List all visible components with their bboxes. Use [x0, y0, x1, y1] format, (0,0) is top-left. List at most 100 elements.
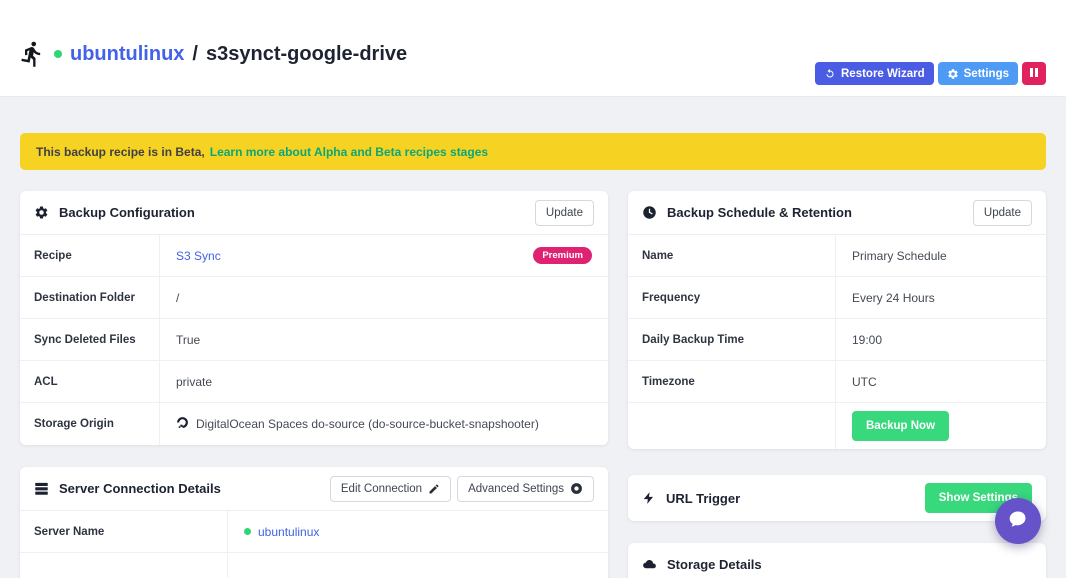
page: ubuntulinux / s3synct-google-drive Resto…: [0, 0, 1066, 578]
beta-banner: This backup recipe is in Beta, Learn mor…: [20, 133, 1046, 170]
main-content: Backup Configuration Update Recipe S3 Sy…: [0, 191, 1066, 578]
row-label: Sync Deleted Files: [20, 319, 160, 360]
digitalocean-icon: [176, 416, 189, 432]
server-name-link[interactable]: ubuntulinux: [70, 43, 184, 66]
card-header: Server Connection Details Edit Connectio…: [20, 467, 608, 511]
url-trigger-card: URL Trigger Show Settings: [628, 475, 1046, 521]
row-value: True: [176, 332, 201, 347]
edit-icon: [428, 483, 440, 495]
recipe-link[interactable]: S3 Sync: [176, 249, 221, 263]
restore-wizard-button[interactable]: Restore Wizard: [815, 62, 934, 85]
row-value-cell: private: [160, 361, 608, 402]
edit-connection-label: Edit Connection: [340, 482, 423, 495]
table-row: Frequency Every 24 Hours: [628, 277, 1046, 319]
trigger-icon: [642, 491, 656, 505]
row-label: Frequency: [628, 277, 836, 318]
table-row: Destination Folder /: [20, 277, 608, 319]
row-value: Primary Schedule: [852, 248, 947, 263]
backup-configuration-card: Backup Configuration Update Recipe S3 Sy…: [20, 191, 608, 445]
breadcrumb: ubuntulinux / s3synct-google-drive: [18, 40, 407, 68]
card-header: Backup Configuration Update: [20, 191, 608, 235]
card-header: Storage Details: [628, 543, 1046, 578]
row-label: Timezone: [628, 361, 836, 402]
row-value-cell: UTC: [836, 361, 1046, 402]
server-icon: [34, 481, 49, 496]
clock-icon: [642, 205, 657, 220]
row-value-cell: True: [160, 319, 608, 360]
row-value: /: [176, 290, 180, 305]
table-row: [20, 553, 608, 578]
row-value: 19:00: [852, 332, 883, 347]
row-value-cell: S3 Sync Premium: [160, 235, 608, 276]
row-label: Daily Backup Time: [628, 319, 836, 360]
edit-connection-button[interactable]: Edit Connection: [329, 475, 452, 502]
advanced-settings-label: Advanced Settings: [468, 482, 564, 495]
table-row: Recipe S3 Sync Premium: [20, 235, 608, 277]
server-status-dot: [244, 528, 251, 535]
row-value-cell: /: [160, 277, 608, 318]
advanced-settings-button[interactable]: Advanced Settings: [457, 475, 594, 502]
table-row: Timezone UTC: [628, 361, 1046, 403]
runner-icon: [18, 40, 46, 68]
row-label: Name: [628, 235, 836, 276]
row-value-cell: 19:00: [836, 319, 1046, 360]
row-value: private: [176, 374, 213, 389]
server-status-dot: [54, 50, 62, 58]
header: ubuntulinux / s3synct-google-drive Resto…: [0, 0, 1066, 97]
page-title: s3synct-google-drive: [205, 42, 408, 65]
row-value-cell: Backup Now: [836, 403, 1046, 449]
gear-icon: [947, 68, 959, 80]
pause-icon: [1029, 67, 1039, 80]
row-value-cell: DigitalOcean Spaces do-source (do-source…: [160, 403, 608, 445]
row-label: Destination Folder: [20, 277, 160, 318]
advanced-settings-icon: [570, 482, 583, 495]
row-value-cell: Primary Schedule: [836, 235, 1046, 276]
backup-schedule-card: Backup Schedule & Retention Update Name …: [628, 191, 1046, 449]
card-title: Backup Configuration: [59, 205, 195, 220]
beta-banner-link[interactable]: Learn more about Alpha and Beta recipes …: [210, 145, 488, 159]
breadcrumb-separator: /: [192, 42, 198, 65]
card-title: Server Connection Details: [59, 481, 221, 496]
beta-banner-text: This backup recipe is in Beta,: [36, 144, 205, 159]
card-header: URL Trigger Show Settings: [628, 475, 1046, 521]
card-title: Backup Schedule & Retention: [667, 205, 852, 220]
gear-icon: [34, 205, 49, 220]
header-actions: Restore Wizard Settings: [815, 62, 1046, 85]
table-row: Name Primary Schedule: [628, 235, 1046, 277]
table-row: Storage Origin DigitalOcean Spaces do-so…: [20, 403, 608, 445]
storage-details-card: Storage Details: [628, 543, 1046, 578]
row-label: ACL: [20, 361, 160, 402]
update-button[interactable]: Update: [972, 199, 1032, 226]
card-title: Storage Details: [667, 557, 762, 572]
table-row: Server Name ubuntulinux: [20, 511, 608, 553]
chat-icon: [1008, 509, 1028, 534]
row-label: Recipe: [20, 235, 160, 276]
row-label: [20, 553, 228, 578]
row-label: Storage Origin: [20, 403, 160, 445]
row-value-cell: Every 24 Hours: [836, 277, 1046, 318]
server-name-value-link[interactable]: ubuntulinux: [258, 525, 319, 539]
server-connection-card: Server Connection Details Edit Connectio…: [20, 467, 608, 578]
row-value: DigitalOcean Spaces do-source (do-source…: [196, 417, 539, 431]
row-value: UTC: [852, 374, 877, 389]
update-button[interactable]: Update: [534, 199, 594, 226]
settings-button[interactable]: Settings: [937, 62, 1018, 85]
chat-widget-button[interactable]: [995, 498, 1041, 544]
pause-button[interactable]: [1022, 62, 1046, 85]
restore-wizard-label: Restore Wizard: [841, 67, 925, 80]
row-value-cell: ubuntulinux: [228, 511, 608, 552]
row-label: [628, 403, 836, 449]
right-column: Backup Schedule & Retention Update Name …: [628, 191, 1046, 578]
left-column: Backup Configuration Update Recipe S3 Sy…: [20, 191, 608, 578]
row-value: Every 24 Hours: [852, 290, 935, 305]
row-value-cell: [228, 553, 608, 578]
cloud-icon: [642, 557, 657, 572]
backup-now-button[interactable]: Backup Now: [852, 411, 950, 441]
table-row: ACL private: [20, 361, 608, 403]
card-header: Backup Schedule & Retention Update: [628, 191, 1046, 235]
settings-label: Settings: [963, 67, 1009, 80]
card-title: URL Trigger: [666, 490, 741, 506]
table-row: Sync Deleted Files True: [20, 319, 608, 361]
table-row: Backup Now: [628, 403, 1046, 449]
table-row: Daily Backup Time 19:00: [628, 319, 1046, 361]
